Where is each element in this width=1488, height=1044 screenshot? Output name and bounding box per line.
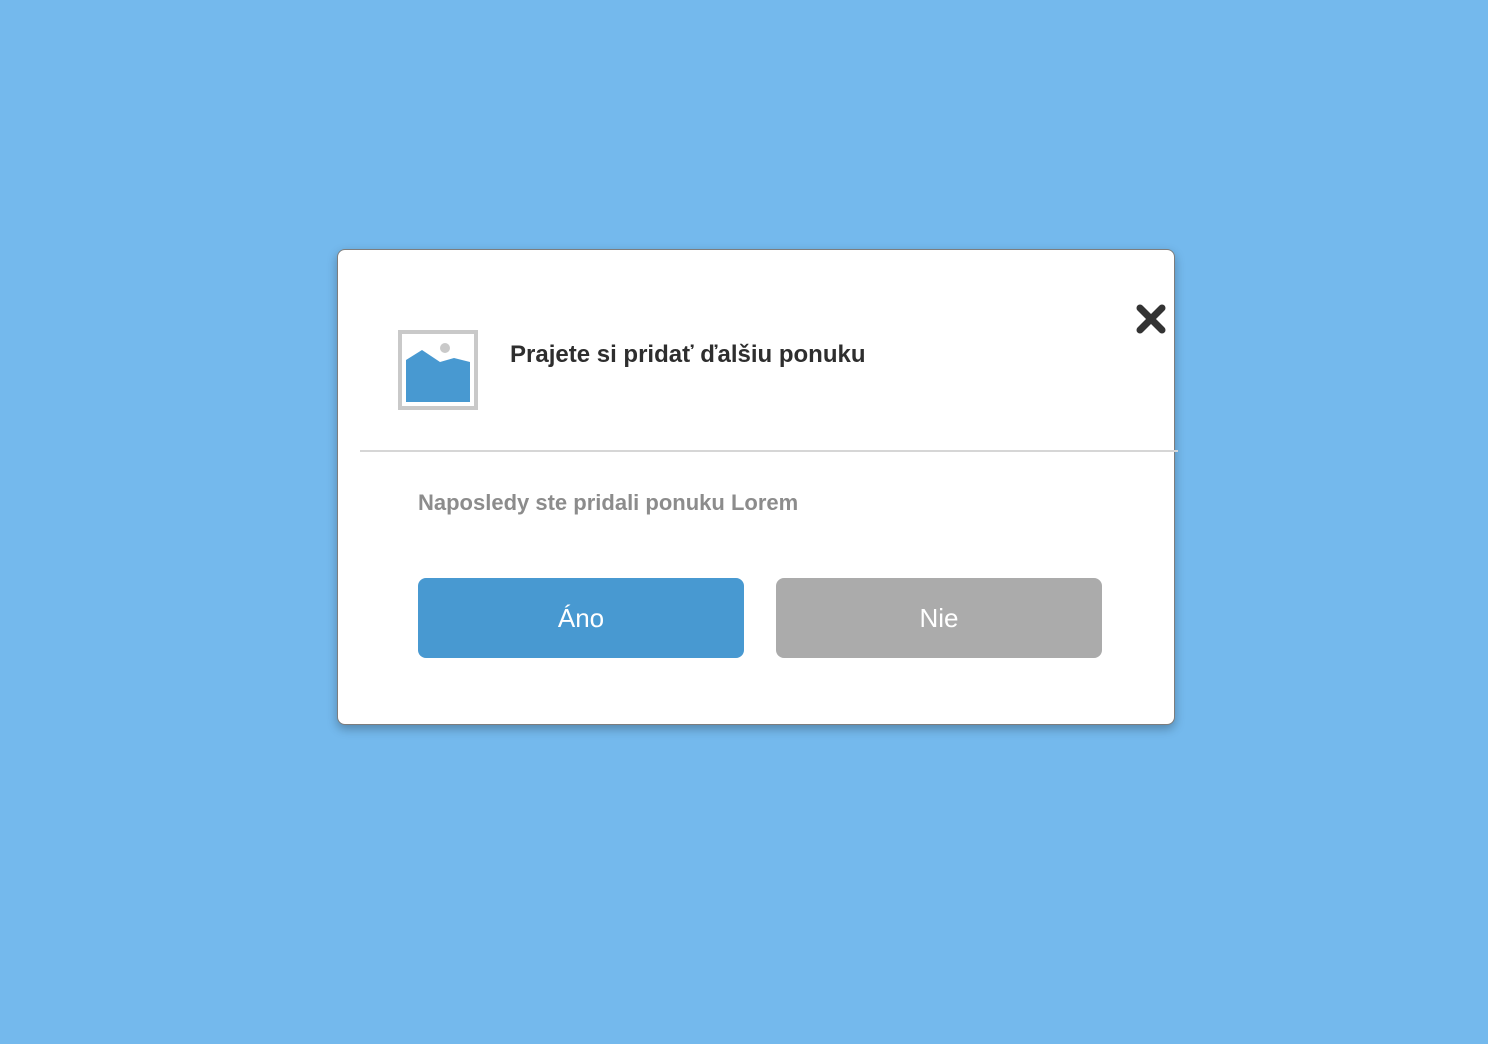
- confirm-dialog: Prajete si pridať ďalšiu ponuku Naposled…: [337, 249, 1178, 725]
- no-button[interactable]: Nie: [776, 578, 1102, 658]
- header-divider: [360, 450, 1178, 452]
- image-placeholder-icon: [398, 330, 478, 410]
- yes-button[interactable]: Áno: [418, 578, 744, 658]
- close-icon[interactable]: [1134, 302, 1168, 336]
- dialog-title: Prajete si pridať ďalšiu ponuku: [510, 341, 866, 368]
- dialog-message: Naposledy ste pridali ponuku Lorem: [418, 490, 799, 515]
